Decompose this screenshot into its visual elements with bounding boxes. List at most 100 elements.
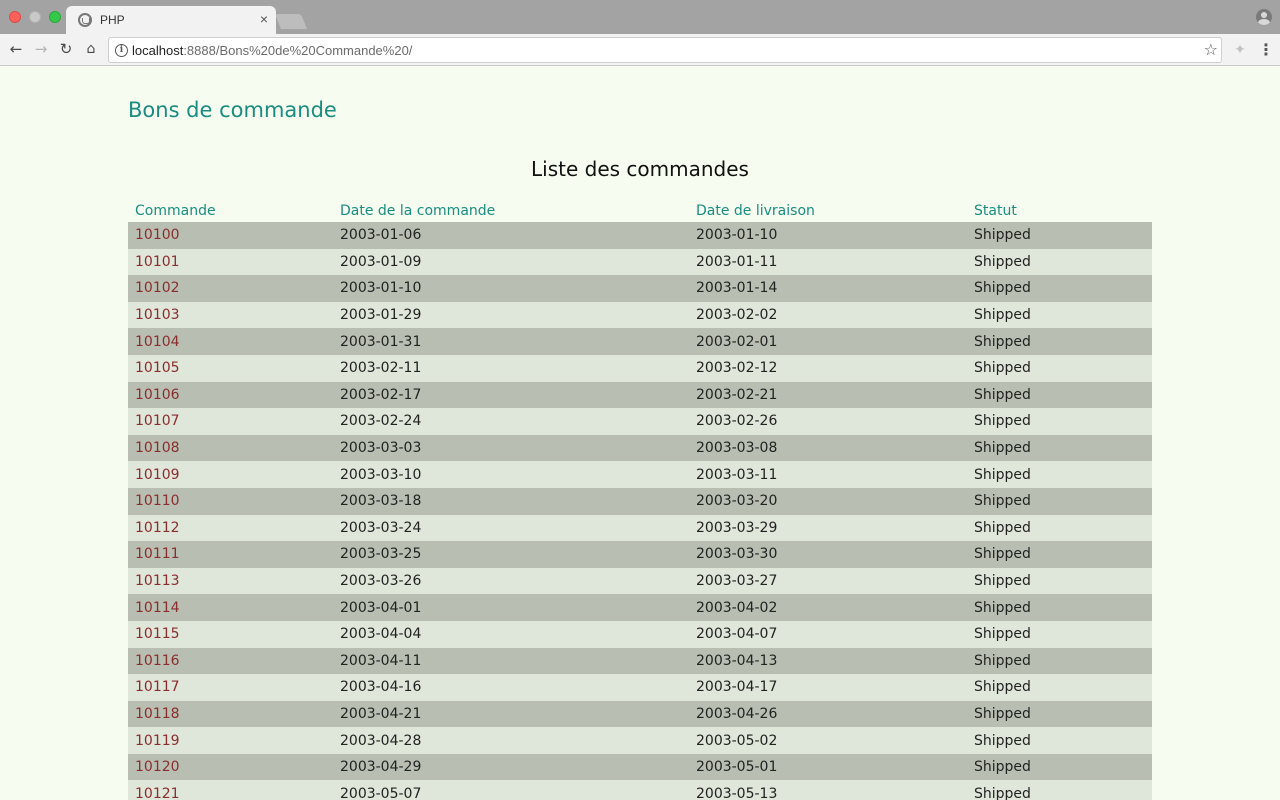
order-date: 2003-04-11	[333, 647, 689, 675]
delivery-date: 2003-03-30	[689, 541, 967, 568]
window-close-button[interactable]	[9, 11, 21, 23]
forward-arrow-icon[interactable]: →	[30, 38, 52, 60]
order-status: Shipped	[967, 461, 1152, 488]
profile-icon[interactable]	[1256, 9, 1272, 25]
table-row: 10118 2003-04-21 2003-04-26 Shipped	[128, 700, 1152, 728]
order-number[interactable]: 10117	[128, 674, 333, 701]
order-status: Shipped	[967, 727, 1152, 754]
order-number[interactable]: 10107	[128, 408, 333, 435]
table-row: 10117 2003-04-16 2003-04-17 Shipped	[128, 674, 1152, 701]
tab-title: PHP	[100, 13, 125, 27]
column-header-date-commande[interactable]: Date de la commande	[333, 196, 689, 222]
order-status: Shipped	[967, 753, 1152, 781]
order-date: 2003-02-17	[333, 381, 689, 409]
order-status: Shipped	[967, 487, 1152, 515]
column-header-date-livraison[interactable]: Date de livraison	[689, 196, 967, 222]
order-status: Shipped	[967, 700, 1152, 728]
order-status: Shipped	[967, 541, 1152, 568]
order-status: Shipped	[967, 434, 1152, 462]
order-number[interactable]: 10105	[128, 354, 333, 382]
delivery-date: 2003-01-10	[689, 222, 967, 249]
table-row: 10112 2003-03-24 2003-03-29 Shipped	[128, 514, 1152, 542]
tab-close-icon[interactable]: ×	[260, 11, 268, 27]
delivery-date: 2003-04-26	[689, 700, 967, 728]
delivery-date: 2003-05-01	[689, 753, 967, 781]
delivery-date: 2003-02-01	[689, 328, 967, 355]
menu-kebab-icon[interactable]: ⋮	[1258, 41, 1274, 59]
order-number[interactable]: 10104	[128, 328, 333, 355]
order-status: Shipped	[967, 647, 1152, 675]
order-number[interactable]: 10111	[128, 541, 333, 568]
order-status: Shipped	[967, 408, 1152, 435]
order-status: Shipped	[967, 594, 1152, 621]
table-header-row: Commande Date de la commande Date de liv…	[128, 196, 1152, 222]
order-number[interactable]: 10102	[128, 275, 333, 302]
order-number[interactable]: 10121	[128, 780, 333, 800]
table-row: 10100 2003-01-06 2003-01-10 Shipped	[128, 222, 1152, 249]
order-number[interactable]: 10115	[128, 620, 333, 648]
order-status: Shipped	[967, 567, 1152, 595]
delivery-date: 2003-03-29	[689, 514, 967, 542]
url-host: localhost	[132, 43, 184, 58]
delivery-date: 2003-02-26	[689, 408, 967, 435]
order-number[interactable]: 10108	[128, 434, 333, 462]
table-row: 10102 2003-01-10 2003-01-14 Shipped	[128, 275, 1152, 302]
order-number[interactable]: 10110	[128, 487, 333, 515]
reload-icon[interactable]: ↻	[55, 38, 77, 60]
bookmark-star-icon[interactable]: ☆	[1204, 39, 1218, 61]
window-minimize-button[interactable]	[29, 11, 41, 23]
table-row: 10103 2003-01-29 2003-02-02 Shipped	[128, 301, 1152, 329]
order-date: 2003-04-28	[333, 727, 689, 754]
order-date: 2003-03-10	[333, 461, 689, 488]
delivery-date: 2003-03-20	[689, 487, 967, 515]
delivery-date: 2003-04-13	[689, 647, 967, 675]
order-number[interactable]: 10106	[128, 381, 333, 409]
order-date: 2003-04-16	[333, 674, 689, 701]
order-status: Shipped	[967, 248, 1152, 276]
new-tab-button[interactable]	[274, 14, 308, 29]
table-row: 10107 2003-02-24 2003-02-26 Shipped	[128, 408, 1152, 435]
table-row: 10108 2003-03-03 2003-03-08 Shipped	[128, 434, 1152, 462]
table-row: 10116 2003-04-11 2003-04-13 Shipped	[128, 647, 1152, 675]
order-status: Shipped	[967, 514, 1152, 542]
order-number[interactable]: 10119	[128, 727, 333, 754]
order-date: 2003-01-10	[333, 275, 689, 302]
order-date: 2003-02-11	[333, 354, 689, 382]
order-number[interactable]: 10113	[128, 567, 333, 595]
order-number[interactable]: 10118	[128, 700, 333, 728]
delivery-date: 2003-04-07	[689, 620, 967, 648]
order-number[interactable]: 10100	[128, 222, 333, 249]
column-header-commande[interactable]: Commande	[128, 196, 333, 222]
table-caption: Liste des commandes	[531, 157, 749, 181]
order-date: 2003-01-29	[333, 301, 689, 329]
delivery-date: 2003-03-11	[689, 461, 967, 488]
url-text[interactable]: localhost:8888/Bons%20de%20Commande%20/	[132, 43, 412, 58]
window-maximize-button[interactable]	[49, 11, 61, 23]
order-number[interactable]: 10109	[128, 461, 333, 488]
table-row: 10106 2003-02-17 2003-02-21 Shipped	[128, 381, 1152, 409]
home-icon[interactable]: ⌂	[80, 38, 102, 60]
address-bar[interactable]: i localhost:8888/Bons%20de%20Commande%20…	[108, 37, 1222, 63]
order-number[interactable]: 10120	[128, 753, 333, 781]
order-number[interactable]: 10116	[128, 647, 333, 675]
delivery-date: 2003-03-27	[689, 567, 967, 595]
order-date: 2003-01-09	[333, 248, 689, 276]
delivery-date: 2003-01-11	[689, 248, 967, 276]
back-arrow-icon[interactable]: ←	[5, 38, 27, 60]
delivery-date: 2003-01-14	[689, 275, 967, 302]
order-date: 2003-01-06	[333, 222, 689, 249]
order-date: 2003-03-24	[333, 514, 689, 542]
table-row: 10104 2003-01-31 2003-02-01 Shipped	[128, 328, 1152, 355]
order-date: 2003-04-01	[333, 594, 689, 621]
extension-icon[interactable]: ✦	[1232, 42, 1248, 58]
php-favicon-icon	[78, 13, 92, 27]
column-header-statut[interactable]: Statut	[967, 196, 1152, 222]
order-number[interactable]: 10112	[128, 514, 333, 542]
order-status: Shipped	[967, 328, 1152, 355]
order-number[interactable]: 10114	[128, 594, 333, 621]
order-number[interactable]: 10103	[128, 301, 333, 329]
order-date: 2003-03-26	[333, 567, 689, 595]
order-number[interactable]: 10101	[128, 248, 333, 276]
browser-tab[interactable]: PHP ×	[66, 6, 276, 34]
info-icon[interactable]: i	[115, 44, 128, 57]
